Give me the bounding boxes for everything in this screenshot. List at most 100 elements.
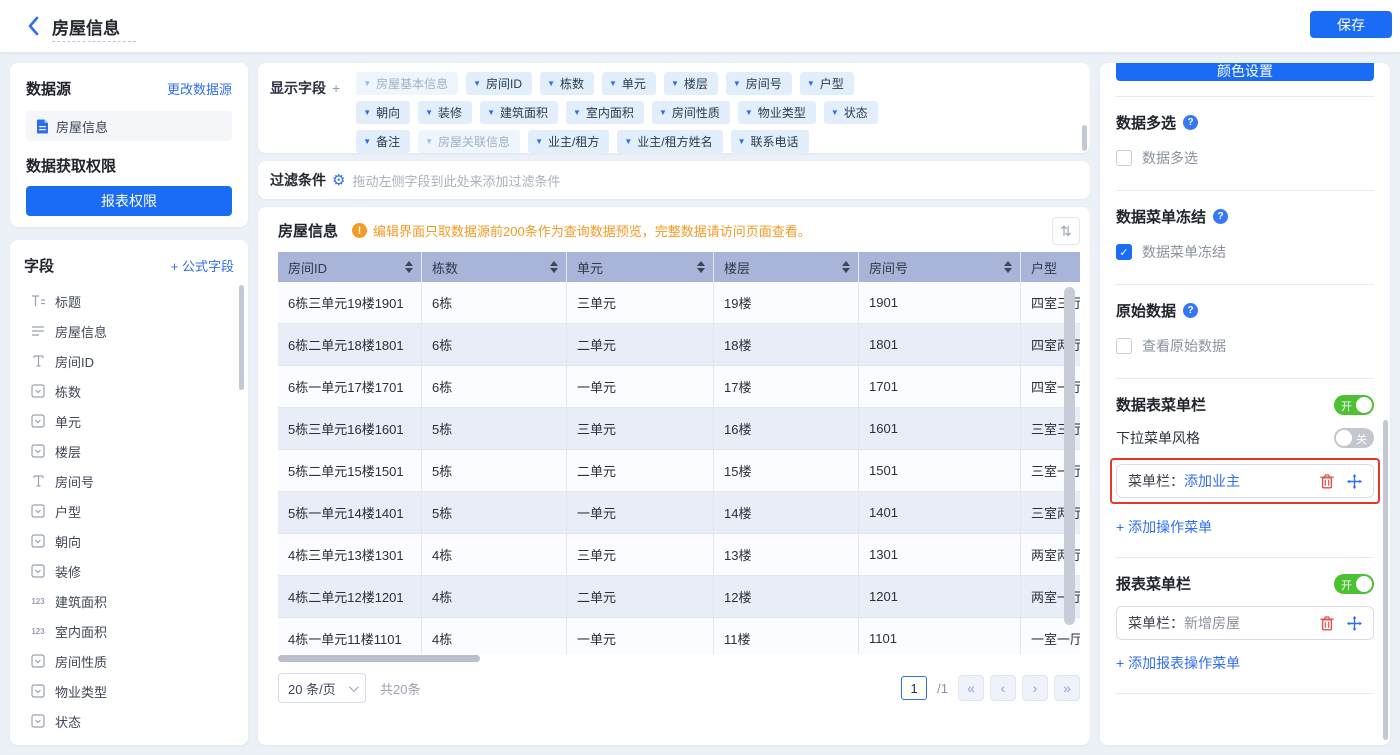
- gear-icon[interactable]: ⚙: [332, 171, 345, 189]
- column-label: 楼层: [724, 258, 750, 277]
- menu-bar-item[interactable]: 菜单栏： 添加业主: [1116, 464, 1374, 498]
- display-field-chip[interactable]: ▼朝向: [356, 101, 410, 124]
- checkbox-label: 数据多选: [1142, 148, 1198, 168]
- help-icon[interactable]: ?: [1213, 209, 1228, 224]
- display-fields-scrollbar[interactable]: [1082, 125, 1087, 151]
- display-field-chip[interactable]: ▼状态: [824, 101, 878, 124]
- column-label: 单元: [577, 258, 603, 277]
- field-item[interactable]: 123室内面积: [24, 616, 234, 646]
- column-header[interactable]: 栋数: [422, 252, 567, 282]
- field-label: 房屋信息: [55, 322, 107, 341]
- back-icon[interactable]: [26, 15, 46, 37]
- display-field-chip[interactable]: ▼业主/租方: [528, 130, 609, 153]
- raw-data-checkbox-row[interactable]: 查看原始数据: [1116, 336, 1374, 356]
- checkbox-checked[interactable]: ✓: [1116, 244, 1132, 260]
- prev-page-button[interactable]: ‹: [990, 675, 1016, 701]
- sort-carets-icon[interactable]: [405, 261, 413, 273]
- field-item[interactable]: 123建筑面积: [24, 586, 234, 616]
- fields-scrollbar[interactable]: [239, 285, 244, 390]
- sort-carets-icon[interactable]: [697, 261, 705, 273]
- move-icon[interactable]: [1347, 616, 1362, 631]
- add-field-icon[interactable]: +: [332, 80, 340, 96]
- field-item[interactable]: 朝向: [24, 526, 234, 556]
- field-label: 楼层: [55, 442, 81, 461]
- table-cell: 16楼: [714, 408, 859, 450]
- field-item[interactable]: 房屋信息: [24, 316, 234, 346]
- multi-select-checkbox-row[interactable]: 数据多选: [1116, 148, 1374, 168]
- field-item[interactable]: 栋数: [24, 376, 234, 406]
- settings-scrollbar[interactable]: [1383, 420, 1388, 740]
- checkbox-unchecked[interactable]: [1116, 338, 1132, 354]
- chip-label: 栋数: [560, 75, 584, 92]
- dropdown-style-toggle-off[interactable]: 关: [1334, 428, 1374, 448]
- display-field-chip[interactable]: ▼房间号: [726, 72, 792, 95]
- color-settings-button[interactable]: 颜色设置: [1116, 63, 1374, 81]
- trash-icon[interactable]: [1320, 616, 1334, 631]
- display-field-chip[interactable]: ▼楼层: [664, 72, 718, 95]
- trash-icon[interactable]: [1320, 474, 1334, 489]
- add-action-menu-link[interactable]: + 添加操作菜单: [1116, 517, 1212, 537]
- display-field-chip[interactable]: ▼备注: [356, 130, 410, 153]
- horizontal-scrollbar[interactable]: [278, 655, 480, 662]
- field-item[interactable]: 楼层: [24, 436, 234, 466]
- add-report-action-menu-link[interactable]: + 添加报表操作菜单: [1116, 653, 1240, 673]
- column-header[interactable]: 楼层: [714, 252, 859, 282]
- table-menu-toggle-on[interactable]: 开: [1334, 395, 1374, 415]
- page-size-select[interactable]: 20 条/页: [278, 673, 366, 703]
- table-cell: 6栋二单元18楼1801: [278, 324, 422, 366]
- display-field-chip[interactable]: ▼房间ID: [466, 72, 532, 95]
- chip-label: 朝向: [376, 104, 400, 121]
- sort-order-button[interactable]: ⇅: [1052, 217, 1080, 245]
- display-field-chip[interactable]: ▼联系电话: [731, 130, 809, 153]
- table-row: 5栋二单元15楼15015栋二单元15楼1501三室一厅: [278, 450, 1080, 492]
- change-datasource-link[interactable]: 更改数据源: [167, 79, 232, 98]
- display-field-chip[interactable]: ▼房屋基本信息: [356, 72, 458, 95]
- menu-freeze-checkbox-row[interactable]: ✓ 数据菜单冻结: [1116, 242, 1374, 262]
- display-field-chip[interactable]: ▼物业类型: [738, 101, 816, 124]
- report-menu-bar-item[interactable]: 菜单栏： 新增房屋: [1116, 606, 1374, 640]
- display-field-chip[interactable]: ▼单元: [602, 72, 656, 95]
- display-field-chip[interactable]: ▼装修: [418, 101, 472, 124]
- display-field-chip[interactable]: ▼房屋关联信息: [418, 130, 520, 153]
- display-field-chip[interactable]: ▼房间性质: [652, 101, 730, 124]
- field-item[interactable]: 户型: [24, 496, 234, 526]
- multi-select-title: 数据多选: [1116, 112, 1176, 133]
- field-item[interactable]: 装修: [24, 556, 234, 586]
- column-header[interactable]: 房间号: [859, 252, 1021, 282]
- next-page-button[interactable]: ›: [1022, 675, 1048, 701]
- field-item[interactable]: 物业类型: [24, 676, 234, 706]
- display-field-chip[interactable]: ▼业主/租方姓名: [617, 130, 722, 153]
- display-field-chip[interactable]: ▼户型: [800, 72, 854, 95]
- sort-carets-icon[interactable]: [842, 261, 850, 273]
- formula-field-link[interactable]: + 公式字段: [171, 256, 234, 275]
- first-page-button[interactable]: «: [958, 675, 984, 701]
- save-button[interactable]: 保存: [1310, 11, 1392, 38]
- sort-carets-icon[interactable]: [1004, 261, 1012, 273]
- vertical-scrollbar[interactable]: [1064, 287, 1075, 625]
- field-item[interactable]: 标题: [24, 286, 234, 316]
- report-menu-toggle-on[interactable]: 开: [1334, 574, 1374, 594]
- checkbox-unchecked[interactable]: [1116, 150, 1132, 166]
- field-item[interactable]: 房间号: [24, 466, 234, 496]
- page-number-input[interactable]: 1: [901, 676, 927, 700]
- display-field-chip[interactable]: ▼建筑面积: [480, 101, 558, 124]
- field-item[interactable]: 状态: [24, 706, 234, 736]
- column-header[interactable]: 房间ID: [278, 252, 422, 282]
- report-permission-button[interactable]: 报表权限: [26, 186, 232, 216]
- help-icon[interactable]: ?: [1183, 115, 1198, 130]
- checkbox-label: 数据菜单冻结: [1142, 242, 1226, 262]
- field-item[interactable]: 房间ID: [24, 346, 234, 376]
- sort-carets-icon[interactable]: [550, 261, 558, 273]
- field-item[interactable]: 单元: [24, 406, 234, 436]
- move-icon[interactable]: [1347, 474, 1362, 489]
- field-item[interactable]: 房间性质: [24, 646, 234, 676]
- datasource-item[interactable]: 房屋信息: [26, 111, 232, 141]
- menu-item-value-link[interactable]: 添加业主: [1184, 471, 1240, 491]
- column-header[interactable]: 户型: [1021, 252, 1080, 282]
- column-label: 户型: [1031, 258, 1057, 277]
- display-field-chip[interactable]: ▼室内面积: [566, 101, 644, 124]
- help-icon[interactable]: ?: [1183, 303, 1198, 318]
- last-page-button[interactable]: »: [1054, 675, 1080, 701]
- display-field-chip[interactable]: ▼栋数: [540, 72, 594, 95]
- column-header[interactable]: 单元: [567, 252, 714, 282]
